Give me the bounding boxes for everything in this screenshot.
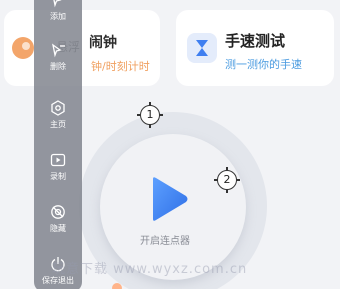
hide-button[interactable]: 隐藏 — [34, 204, 82, 234]
alarm-clock-icon — [12, 37, 34, 59]
add-target-button[interactable]: 添加 — [34, 0, 82, 22]
speed-test-title: 手速测试 — [225, 32, 286, 50]
play-icon[interactable] — [149, 176, 189, 222]
alarm-card[interactable]: 悬浮 闹钟 钟/时刻计时 — [4, 10, 160, 86]
watermark: 玩意下载 www.wyxz.com.cn — [52, 262, 248, 277]
click-target-number: 2 — [223, 173, 231, 186]
home-label: 主页 — [50, 120, 66, 129]
alarm-card-title: 闹钟 — [89, 35, 117, 51]
hide-label: 隐藏 — [50, 224, 66, 233]
speed-test-subtitle: 测一测你的手速 — [225, 58, 302, 71]
add-label: 添加 — [50, 12, 66, 21]
start-clicker-label: 开启连点器 — [140, 236, 190, 247]
add-cursor-icon — [53, 0, 62, 8]
remove-label: 删除 — [50, 62, 66, 71]
orange-dot-icon — [112, 283, 122, 289]
remove-target-button[interactable]: 删除 — [34, 42, 82, 72]
record-button[interactable]: 录制 — [34, 152, 82, 182]
hide-icon — [51, 205, 65, 219]
click-target-1[interactable]: 1 — [137, 102, 163, 128]
home-button[interactable]: 主页 — [34, 100, 82, 130]
hourglass-icon — [187, 33, 217, 63]
speed-test-card[interactable]: 手速测试 测一测你的手速 — [176, 10, 334, 86]
click-target-number: 1 — [146, 108, 154, 121]
click-target-2[interactable]: 2 — [214, 167, 240, 193]
remove-cursor-icon — [52, 43, 65, 58]
record-label: 录制 — [50, 172, 66, 181]
record-icon — [50, 153, 66, 167]
home-hexagon-icon — [51, 100, 65, 116]
floating-toolbar: 添加 删除 主页 录制 隐藏 保存退出 — [34, 0, 82, 289]
alarm-card-subtitle: 钟/时刻计时 — [91, 60, 150, 73]
